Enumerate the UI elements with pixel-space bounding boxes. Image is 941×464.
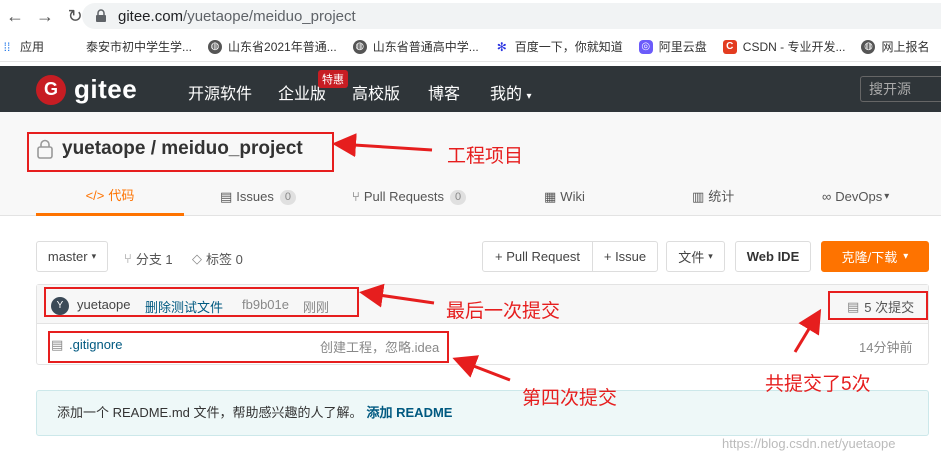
pull-request-icon: ⑂ xyxy=(352,189,360,204)
stats-icon: ▥ xyxy=(692,189,705,204)
branch-icon: ⑂ xyxy=(124,251,132,266)
issues-icon: ▤ xyxy=(220,189,233,204)
branch-select[interactable]: master ▾ xyxy=(36,241,108,272)
caret-down-icon: ▾ xyxy=(526,91,532,102)
caret-down-icon: ▾ xyxy=(91,251,97,261)
apps-grid-icon: ⁞⁞ xyxy=(3,39,11,54)
add-readme-link[interactable]: 添加 README xyxy=(367,405,453,420)
gitee-logo-icon: G xyxy=(36,74,66,105)
annotation-total-commits: 共提交了5次 xyxy=(765,374,871,395)
bookmark-item[interactable]: ◍ 山东省2021年普通... xyxy=(208,38,337,55)
annotation-project: 工程项目 xyxy=(447,146,524,167)
annotation-box-total xyxy=(828,291,928,320)
globe-icon: ◍ xyxy=(352,39,367,54)
url-text: gitee.com/yuetaope/meiduo_project xyxy=(118,7,356,25)
issue-button[interactable]: + Issue xyxy=(592,241,658,272)
clone-download-button[interactable]: 克隆/下载 ▾ xyxy=(821,241,929,272)
tab-stats[interactable]: ▥ 统计 xyxy=(692,178,734,216)
caret-down-icon: ▾ xyxy=(708,251,713,261)
file-commit-time: 14分钟前 xyxy=(859,340,913,355)
bookmark-item[interactable]: 泰安市初中学生学... xyxy=(86,38,192,55)
bookmark-item[interactable]: ✻ 百度一下，你就知道 xyxy=(495,38,623,55)
address-bar[interactable]: gitee.com/yuetaope/meiduo_project xyxy=(82,3,941,29)
caret-down-icon: ▾ xyxy=(903,251,909,262)
caret-down-icon: ▾ xyxy=(884,191,890,202)
site-header: G gitee 开源软件 企业版 特惠 高校版 博客 我的 ▾ 搜开源 xyxy=(0,66,941,112)
logo-text: gitee xyxy=(74,74,138,104)
tab-code[interactable]: </> 代码 xyxy=(36,178,184,216)
bookmark-apps[interactable]: ⁞⁞ 应用 xyxy=(0,38,44,55)
bookmark-item[interactable]: C CSDN - 专业开发... xyxy=(722,38,845,55)
branches-link[interactable]: ⑂ 分支 1 xyxy=(124,249,173,268)
annotation-box-project xyxy=(27,132,334,172)
search-input[interactable]: 搜开源 xyxy=(860,76,941,102)
forward-arrow-icon[interactable]: → xyxy=(30,1,60,31)
bookmarks-bar: ⁞⁞ 应用 泰安市初中学生学... ◍ 山东省2021年普通... ◍ 山东省普通高中… xyxy=(0,32,941,62)
code-icon: </> xyxy=(85,187,105,203)
tab-wiki[interactable]: ▦ Wiki xyxy=(544,178,585,216)
annotation-box-fourth-commit xyxy=(48,331,449,363)
gitee-logo[interactable]: G gitee xyxy=(36,74,137,105)
hot-badge: 特惠 xyxy=(318,70,348,88)
back-arrow-icon[interactable]: ← xyxy=(0,1,30,31)
nav-open-source[interactable]: 开源软件 xyxy=(188,80,252,104)
pull-request-button[interactable]: + Pull Request xyxy=(482,241,593,272)
tags-link[interactable]: ◇ 标签 0 xyxy=(192,249,243,268)
bookmark-item[interactable]: ◍ 山东省普通高中学... xyxy=(352,38,479,55)
lock-icon xyxy=(96,9,106,22)
tab-issues[interactable]: ▤ Issues 0 xyxy=(220,178,296,216)
globe-icon: ◍ xyxy=(208,39,223,54)
watermark: https://blog.csdn.net/yuetaope xyxy=(722,436,896,451)
bookmark-item[interactable]: ◍ 网上报名 xyxy=(861,38,929,55)
tab-devops[interactable]: ∞ DevOps ▾ xyxy=(822,178,889,216)
csdn-icon: C xyxy=(722,39,737,54)
annotation-box-last-commit xyxy=(44,287,359,317)
annotation-last-commit: 最后一次提交 xyxy=(446,301,561,322)
readme-text: 添加一个 README.md 文件，帮助感兴趣的人了解。 xyxy=(57,405,363,420)
nav-education[interactable]: 高校版 xyxy=(352,80,400,104)
file-menu-button[interactable]: 文件 ▾ xyxy=(666,241,725,272)
readme-notice: 添加一个 README.md 文件，帮助感兴趣的人了解。 添加 README xyxy=(36,390,929,436)
aliyun-drive-icon: ◎ xyxy=(638,39,653,54)
tag-icon: ◇ xyxy=(192,250,202,266)
bookmark-item[interactable]: ◎ 阿里云盘 xyxy=(638,38,707,55)
wiki-icon: ▦ xyxy=(544,189,557,204)
web-ide-button[interactable]: Web IDE xyxy=(735,241,811,272)
devops-infinity-icon: ∞ xyxy=(822,189,832,204)
nav-mine[interactable]: 我的 ▾ xyxy=(490,80,532,104)
nav-blog[interactable]: 博客 xyxy=(428,80,460,104)
globe-icon: ◍ xyxy=(861,39,876,54)
baidu-paw-icon: ✻ xyxy=(496,39,507,54)
annotation-fourth-commit: 第四次提交 xyxy=(522,388,618,409)
tab-pull-requests[interactable]: ⑂ Pull Requests 0 xyxy=(352,178,467,216)
